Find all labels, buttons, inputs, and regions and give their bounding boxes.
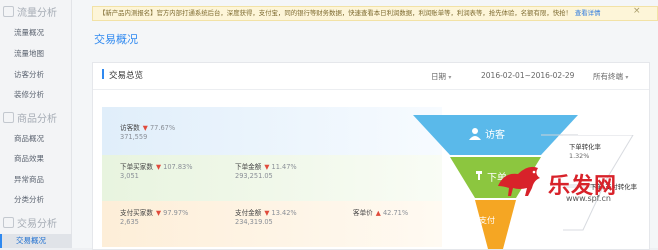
sidebar-section-trade[interactable]: 交易分析 — [3, 215, 57, 230]
card-header: 交易总览 日期 ▾ 2016-02-01~2016-02-29 所有终端 ▾ — [93, 63, 649, 90]
trend-up-icon: ▼ 13.42% — [264, 209, 297, 217]
pay-buyers-metric: 支付买家数 ▼ 97.97% 2,635 — [120, 209, 189, 226]
terminal-select[interactable]: 所有终端 ▾ — [593, 71, 628, 82]
trend-up-icon: ▼ 97.97% — [155, 209, 189, 217]
sidebar-item-product-effect[interactable]: 商品效果 — [14, 153, 44, 164]
trade-overview-card: 交易总览 日期 ▾ 2016-02-01~2016-02-29 所有终端 ▾ 访… — [92, 62, 650, 250]
watermark-url: www.spf.cn — [566, 194, 611, 203]
chevron-down-icon: ▾ — [625, 74, 629, 81]
card-title: 交易总览 — [102, 69, 143, 81]
sidebar-item-product-overview[interactable]: 商品概况 — [14, 133, 44, 144]
visitors-metric: 访客数 ▼ 77.67% 371,559 — [120, 124, 176, 141]
sidebar-item-visitor-analysis[interactable]: 访客分析 — [14, 69, 44, 80]
trend-up-icon: ▼ 77.67% — [142, 124, 176, 132]
funnel-visitor-label: 访客 — [485, 128, 505, 141]
trend-up-icon: ▲ 42.71% — [375, 209, 409, 217]
sidebar-item-trade-overview[interactable]: 交易概况 — [0, 234, 80, 248]
order-amount-metric: 下单金额 ▼ 11.47% 293,251.05 — [235, 163, 297, 180]
sidebar-section-traffic[interactable]: 流量分析 — [3, 4, 57, 19]
unit-price-metric: 客单价 ▲ 42.71% — [353, 209, 409, 217]
date-range-picker[interactable]: 2016-02-01~2016-02-29 — [481, 71, 574, 80]
funnel-pay-label: 支付 — [479, 215, 495, 225]
order-conversion-rate: 下单转化率 1.32% — [569, 143, 601, 160]
sidebar: 流量分析 流量概况 流量地图 访客分析 装修分析 商品分析 商品概况 商品效果 … — [0, 0, 80, 248]
sidebar-section-product[interactable]: 商品分析 — [3, 110, 57, 125]
pay-amount-metric: 支付金额 ▼ 13.42% 234,319.05 — [235, 209, 297, 226]
chevron-down-icon: ▾ — [448, 74, 452, 81]
traffic-icon — [3, 6, 14, 17]
product-icon — [3, 112, 14, 123]
date-label[interactable]: 日期 ▾ — [431, 71, 451, 82]
trend-up-icon: ▼ 107.83% — [155, 163, 193, 171]
main-content: 【新产品内测报名】官方内部打通系统后台，深度获得，支付宝，同的银行等财务数据，快… — [72, 0, 658, 250]
order-buyers-metric: 下单买家数 ▼ 107.83% 3,051 — [120, 163, 193, 180]
page-title: 交易概况 — [94, 33, 138, 46]
sidebar-item-category-analysis[interactable]: 分类分析 — [14, 194, 44, 205]
sidebar-item-traffic-overview[interactable]: 流量概况 — [14, 27, 44, 38]
notice-close-icon[interactable]: × — [633, 6, 641, 16]
sidebar-item-decoration-analysis[interactable]: 装修分析 — [14, 89, 44, 100]
sidebar-item-abnormal-product[interactable]: 异常商品 — [14, 174, 44, 185]
sidebar-item-traffic-map[interactable]: 流量地图 — [14, 48, 44, 59]
trend-up-icon: ▼ 11.47% — [264, 163, 297, 171]
notice-text: 【新产品内测报名】官方内部打通系统后台，深度获得，支付宝，同的银行等财务数据，快… — [99, 9, 572, 17]
notice-banner: 【新产品内测报名】官方内部打通系统后台，深度获得，支付宝，同的银行等财务数据，快… — [92, 6, 658, 21]
trade-icon — [3, 217, 14, 228]
bull-logo-icon — [498, 166, 540, 196]
notice-details-link[interactable]: 查看详情 — [575, 9, 601, 17]
